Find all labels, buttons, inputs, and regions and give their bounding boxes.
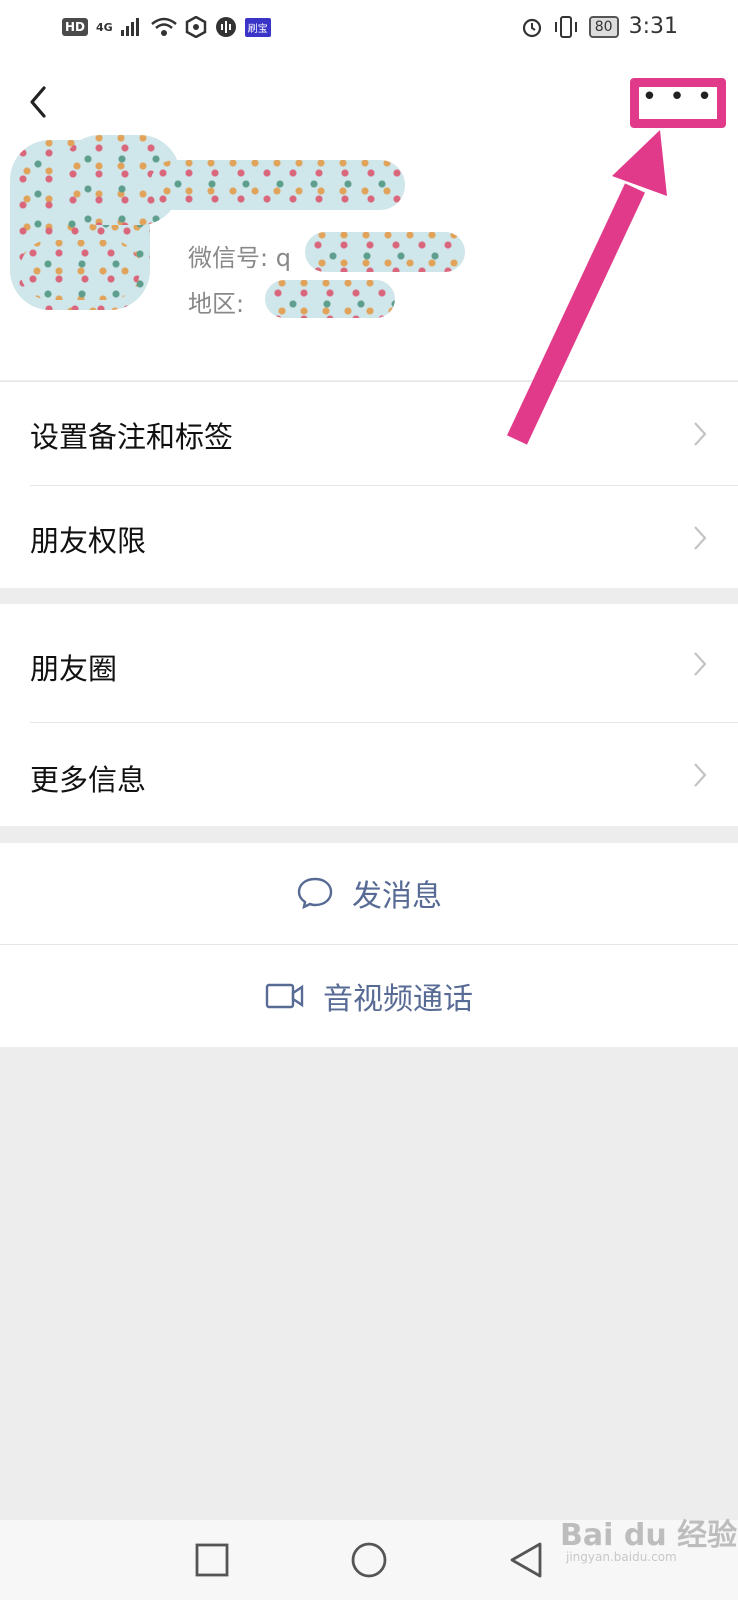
wifi-icon — [150, 17, 177, 36]
action-group: 发消息 音视频通话 — [0, 843, 738, 1047]
back-nav-icon[interactable] — [508, 1540, 544, 1580]
vibrate-icon — [554, 15, 577, 38]
list-item-label: 朋友圈 — [30, 652, 118, 686]
battery-indicator: 80 — [588, 15, 619, 38]
hd-icon: HD — [62, 18, 89, 36]
home-icon[interactable] — [350, 1541, 388, 1579]
region-label: 地区: — [188, 290, 245, 318]
more-options-button[interactable]: • • • — [630, 78, 726, 128]
region-row: 地区: — [188, 284, 244, 319]
list-item-label: 设置备注和标签 — [30, 420, 234, 454]
clock: 3:31 — [628, 14, 678, 39]
signal-icon — [120, 18, 139, 36]
list-item-more-info[interactable]: 更多信息 — [0, 723, 738, 826]
video-call-button[interactable]: 音视频通话 — [0, 946, 738, 1046]
app-hexagon-icon — [185, 16, 206, 38]
watermark-url: jingyan.baidu.com — [566, 1550, 677, 1564]
chevron-right-icon — [694, 422, 707, 446]
status-left-icons: HD 4G 刷宝 — [62, 16, 271, 38]
recent-apps-icon[interactable] — [194, 1542, 230, 1578]
list-item-label: 更多信息 — [30, 763, 147, 797]
app-audio-icon — [215, 17, 236, 37]
video-call-label: 音视频通话 — [323, 982, 473, 1017]
wechat-id-row: 微信号: q — [188, 238, 291, 273]
chevron-right-icon — [694, 526, 707, 550]
status-right-icons: 80 3:31 — [521, 14, 678, 39]
app-badge: 刷宝 — [244, 17, 271, 37]
wechat-id-value: q — [275, 244, 291, 272]
region-redaction — [265, 280, 395, 318]
alarm-icon — [522, 18, 541, 37]
settings-group: 设置备注和标签 朋友权限 — [0, 381, 738, 588]
wechat-id-label: 微信号: — [188, 244, 269, 272]
back-icon[interactable] — [24, 82, 54, 122]
list-item-friend-permissions[interactable]: 朋友权限 — [0, 486, 738, 588]
list-item-label: 朋友权限 — [30, 524, 147, 558]
list-item-moments[interactable]: 朋友圈 — [0, 604, 738, 722]
status-bar: HD 4G 刷宝 80 3:31 — [0, 0, 738, 60]
info-group: 朋友圈 更多信息 — [0, 604, 738, 826]
chat-bubble-icon — [297, 877, 333, 910]
divider — [0, 944, 738, 945]
video-camera-icon — [265, 983, 304, 1009]
network-type: 4G — [96, 20, 113, 34]
send-message-button[interactable]: 发消息 — [0, 843, 738, 943]
more-dots-icon: • • • — [641, 82, 715, 112]
list-item-remark-tags[interactable]: 设置备注和标签 — [0, 382, 738, 485]
watermark-logo: Bai du 经验 — [560, 1518, 738, 1553]
chevron-right-icon — [694, 652, 707, 676]
chevron-right-icon — [694, 763, 707, 787]
wechat-id-redaction — [305, 232, 465, 272]
send-message-label: 发消息 — [352, 879, 442, 914]
